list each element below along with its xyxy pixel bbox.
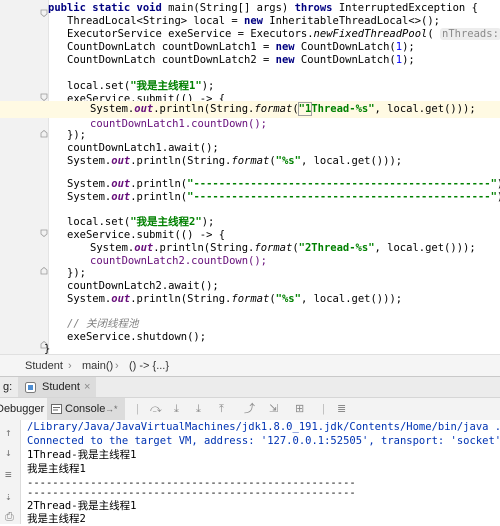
code-field: out: [134, 103, 154, 115]
breadcrumb: Student › main() › () -> {...}: [0, 354, 500, 377]
code-token: (: [292, 103, 299, 115]
code-token: , local.get()));: [300, 293, 403, 305]
code-string: "1: [297, 102, 313, 116]
code-token: }: [44, 343, 51, 354]
code-static-method: format: [254, 103, 293, 115]
console-icon: [51, 404, 62, 414]
console-line: 我是主线程1: [27, 463, 86, 475]
print-icon[interactable]: ⎙: [5, 510, 14, 524]
code-token: System.: [67, 155, 112, 167]
run-to-cursor-icon[interactable]: ⇲: [269, 398, 278, 420]
console-line: 2Thread-我是主线程1: [27, 500, 137, 512]
code-line[interactable]: CountDownLatch countDownLatch2 = new Cou…: [0, 52, 500, 69]
scroll-end-icon[interactable]: ⇣: [5, 490, 12, 503]
breadcrumb-separator: ›: [115, 360, 119, 372]
tab-console-label: Console: [65, 403, 106, 415]
code-keyword: new: [275, 54, 295, 66]
up-arrow-icon[interactable]: ↑: [5, 426, 12, 439]
console-line: /Library/Java/JavaVirtualMachines/jdk1.8…: [27, 421, 500, 433]
code-token: CountDownLatch countDownLatch2 =: [67, 54, 276, 66]
code-token: .println(: [130, 191, 188, 203]
code-string: Thread-%s": [311, 103, 375, 115]
code-line[interactable]: System.out.println("--------------------…: [0, 189, 500, 206]
console-output[interactable]: ↑ ↓ ≡ ⇣ ⎙ /Library/Java/JavaVirtualMachi…: [0, 420, 500, 525]
step-out-icon[interactable]: ⤒: [219, 398, 224, 420]
step-into-icon[interactable]: ⤓: [174, 398, 179, 420]
console-side-toolbar: ↑ ↓ ≡ ⇣ ⎙: [0, 420, 21, 524]
code-token: System.: [90, 103, 135, 115]
code-field: out: [111, 293, 131, 305]
console-line: ----------------------------------------…: [27, 487, 356, 499]
console-pin-icon: →*: [105, 404, 118, 414]
breadcrumb-item-student[interactable]: Student: [25, 355, 63, 377]
code-token: .println(String.: [130, 155, 232, 167]
code-static-method: format: [231, 155, 270, 167]
drop-frame-icon[interactable]: ⤴: [244, 398, 255, 420]
debug-toolbar: Debugger Console →* | ⤼ ⤓ ⤓ ⤒ ⤴ ⇲ ⊞ | ≣: [0, 397, 500, 421]
close-icon[interactable]: ×: [84, 377, 90, 398]
code-line[interactable]: System.out.println(String.format("%s", l…: [0, 153, 500, 170]
tab-console[interactable]: Console →*: [47, 398, 125, 420]
evaluate-icon[interactable]: ⊞: [295, 398, 304, 420]
down-arrow-icon[interactable]: ↓: [5, 446, 12, 459]
console-line: 1Thread-我是主线程1: [27, 449, 137, 461]
tab-debugger[interactable]: Debugger: [0, 398, 44, 420]
step-over-icon[interactable]: ⤼: [150, 398, 162, 420]
code-string: "---------------------------------------…: [187, 191, 497, 203]
breadcrumb-item-main[interactable]: main(): [82, 355, 113, 377]
code-line[interactable]: }: [0, 341, 500, 354]
console-line: Connected to the target VM, address: '12…: [27, 435, 500, 447]
code-token: , local.get()));: [300, 155, 403, 167]
divider: |: [322, 403, 325, 415]
code-field: out: [111, 191, 131, 203]
code-static-method: format: [231, 293, 270, 305]
code-token: );: [402, 54, 415, 66]
code-token: .println(String.: [153, 103, 255, 115]
tab-student-label: Student: [42, 381, 80, 393]
debug-run-bar: g: Student ×: [0, 376, 500, 398]
code-token: , local.get()));: [374, 103, 476, 115]
code-string: "%s": [275, 155, 301, 167]
breadcrumb-separator: ›: [68, 360, 72, 372]
code-token: CountDownLatch(: [294, 54, 396, 66]
divider: |: [136, 403, 139, 415]
code-token: System.: [67, 191, 112, 203]
tab-student[interactable]: Student ×: [18, 377, 96, 397]
force-step-into-icon[interactable]: ⤓: [196, 398, 201, 420]
code-field: out: [111, 155, 131, 167]
code-line[interactable]: System.out.println(String.format("%s", l…: [0, 291, 500, 308]
breadcrumb-item-lambda[interactable]: () -> {...}: [129, 355, 169, 377]
soft-wrap-icon[interactable]: ≡: [5, 468, 12, 481]
student-class-icon: [25, 382, 36, 393]
code-token: System.: [67, 293, 112, 305]
code-editor[interactable]: public static void main(String[] args) t…: [0, 0, 500, 354]
code-token: .println(String.: [130, 293, 232, 305]
run-bar-prefix: g:: [3, 381, 13, 393]
threads-icon[interactable]: ≣: [337, 398, 346, 420]
code-string: "%s": [275, 293, 301, 305]
